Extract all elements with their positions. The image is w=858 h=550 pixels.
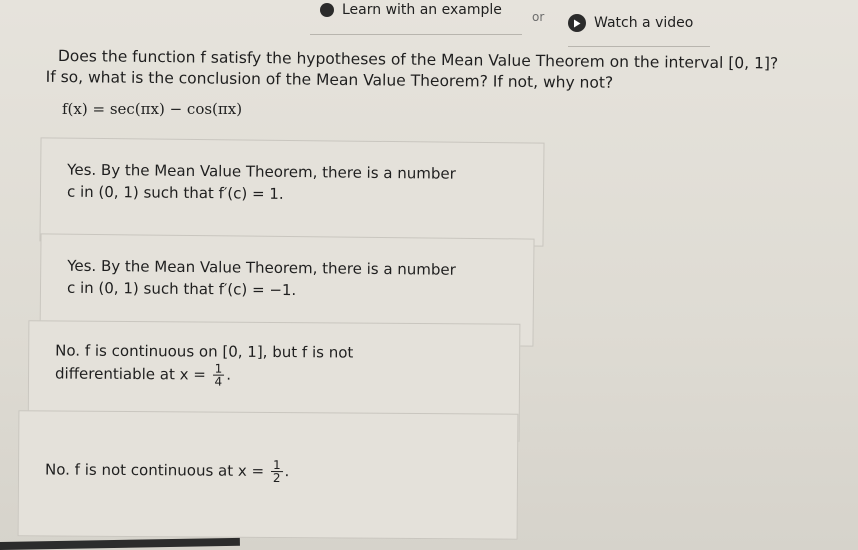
option-2-text: Yes. By the Mean Value Theorem, there is…: [67, 245, 520, 304]
page: Learn with an example or Watch a video D…: [0, 0, 858, 550]
video-label: Watch a video: [594, 15, 694, 31]
option-3-denominator: 4: [214, 374, 223, 389]
bottom-bar: [0, 537, 240, 550]
option-4-text: No. f is not continuous at x = 1 2 .: [45, 421, 503, 485]
option-4-suffix: .: [284, 462, 290, 481]
function-formula: f(x) = sec(πx) − cos(πx): [62, 100, 243, 118]
option-3-line-2: differentiable at x = 1 4 .: [55, 361, 505, 389]
option-4-denominator: 2: [272, 471, 281, 486]
play-icon: [568, 14, 586, 32]
help-header: Learn with an example or Watch a video: [310, 0, 740, 47]
option-3-text: No. f is continuous on [0, 1], but f is …: [55, 331, 505, 389]
video-underline: [568, 46, 710, 47]
learn-label: Learn with an example: [342, 2, 502, 18]
learn-with-example-link[interactable]: Learn with an example: [320, 2, 502, 18]
lightbulb-icon: [320, 3, 334, 17]
question-text: Does the function f satisfy the hypothes…: [46, 46, 848, 96]
answer-option-1[interactable]: Yes. By the Mean Value Theorem, there is…: [39, 137, 545, 247]
option-3-suffix: .: [226, 365, 232, 384]
option-3-fraction: 1 4: [212, 362, 225, 389]
option-3-line-1: No. f is continuous on [0, 1], but f is …: [55, 341, 354, 362]
or-label: or: [532, 10, 545, 24]
watch-video-link[interactable]: Watch a video: [568, 14, 693, 32]
option-4-prefix: No. f is not continuous at x =: [44, 460, 265, 480]
option-1-line-2: c in (0, 1) such that f′(c) = 1.: [66, 182, 284, 203]
learn-underline: [310, 34, 522, 35]
option-1-text: Yes. By the Mean Value Theorem, there is…: [67, 149, 530, 208]
option-4-fraction: 1 2: [270, 458, 283, 486]
option-3-prefix: differentiable at x =: [54, 364, 206, 384]
answer-option-4[interactable]: No. f is not continuous at x = 1 2 .: [17, 410, 519, 540]
